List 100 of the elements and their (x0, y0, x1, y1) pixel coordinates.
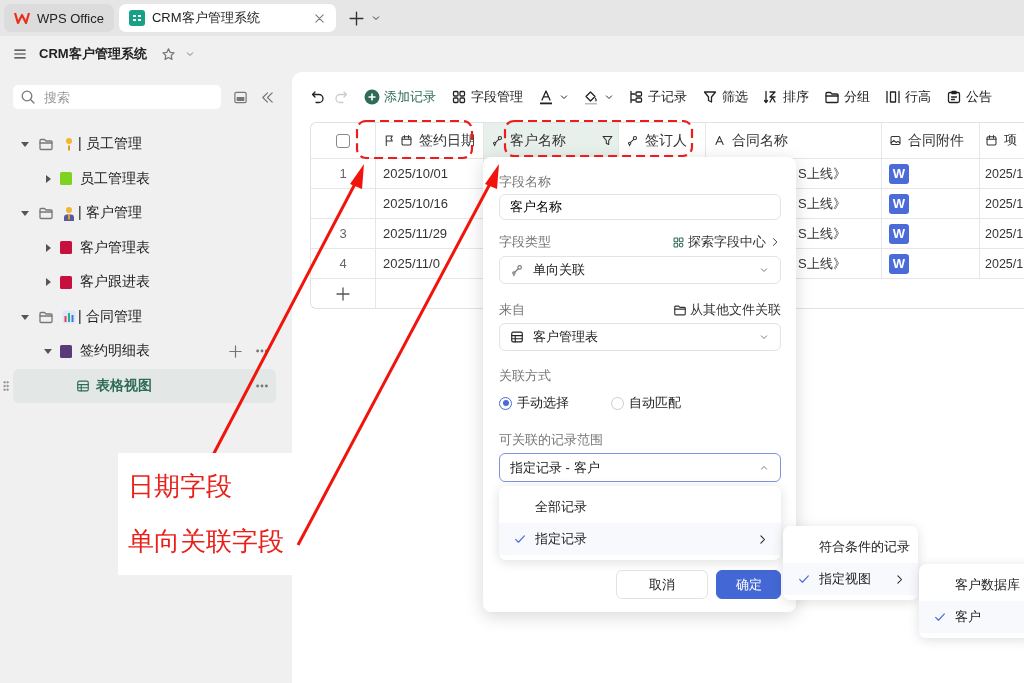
toolbar-button[interactable]: 字段管理 (451, 88, 523, 106)
tree-item[interactable]: | 合同管理 (78, 307, 142, 326)
tree-item[interactable]: | 员工管理 (78, 135, 142, 154)
toolbar-button[interactable]: 子记录 (628, 88, 687, 106)
tab[interactable]: WPS Office (4, 4, 114, 32)
radio-option[interactable]: 自动匹配 (611, 394, 723, 412)
row-number: 1 (339, 166, 347, 181)
select-all-checkbox[interactable] (336, 133, 350, 148)
table-cell: 2025/11/29 (383, 226, 448, 241)
toolbar-button[interactable]: 排序 (763, 88, 809, 106)
plus-icon (228, 343, 243, 359)
menu-icon (13, 47, 27, 61)
annotation-label: 日期字段 (128, 470, 232, 503)
toolbar-button[interactable]: 添加记录 (364, 88, 436, 106)
menu-item[interactable]: 全部记录 (499, 491, 781, 523)
table-cell: 2025/10/01 (383, 166, 449, 181)
toolbar-button[interactable] (310, 89, 326, 105)
field-label: 可关联的记录范围 (499, 431, 603, 449)
expand-triangle-icon[interactable] (43, 277, 53, 288)
radio-option[interactable]: 手动选择 (499, 394, 611, 412)
check-icon (797, 572, 811, 586)
toolbar-button[interactable]: 分组 (824, 88, 870, 106)
check-icon (513, 532, 527, 546)
search-field[interactable]: 搜索 (42, 88, 206, 106)
explore-fields-link[interactable]: 探索字段中心 (672, 233, 781, 251)
grid-icon (672, 235, 685, 249)
close-icon (312, 11, 326, 25)
filter-icon (601, 134, 614, 147)
check-icon (933, 610, 947, 624)
menu-item[interactable]: 客户数据库 (919, 569, 1024, 601)
tree-item[interactable]: | 客户管理 (78, 204, 142, 223)
calendar-icon (400, 134, 413, 147)
layout-icon (233, 89, 248, 105)
word-file-thumbnail[interactable]: W (889, 193, 909, 214)
table-cell: S上线》 (798, 224, 846, 243)
new-tab-button[interactable] (347, 9, 365, 27)
toolbar-button[interactable]: 筛选 (702, 88, 748, 106)
folder-icon (824, 89, 840, 105)
table-cell: 2025/1 (985, 256, 1024, 271)
tree-item[interactable]: 员工管理表 (80, 169, 150, 188)
toolbar-button[interactable] (538, 89, 570, 105)
field-name-box[interactable]: 客户名称 (499, 194, 781, 220)
menu-button[interactable] (13, 47, 27, 61)
link-icon (510, 263, 524, 277)
search-icon (20, 89, 36, 105)
bar-chart-icon (62, 309, 76, 324)
flag-icon (383, 134, 396, 147)
tree-item[interactable]: 客户管理表 (80, 238, 150, 257)
link-other-file-link[interactable]: 从其他文件关联 (673, 301, 781, 319)
tab[interactable]: CRM客户管理系统 (118, 4, 336, 32)
menu-item[interactable]: 符合条件的记录 (783, 531, 918, 563)
cancel-button[interactable]: 取消 (616, 570, 708, 599)
calendar-icon (985, 134, 998, 147)
menu-item[interactable]: 客户 (919, 601, 1024, 633)
plus-icon (347, 9, 365, 27)
annotation-label: 单向关联字段 (128, 525, 284, 558)
column-header[interactable]: 客户名称 (484, 123, 619, 158)
tree-item[interactable]: 客户跟进表 (80, 273, 150, 292)
text-color-icon (538, 89, 554, 105)
add-row-button[interactable] (335, 285, 351, 302)
record-range-select[interactable]: 指定记录 - 客户 (499, 453, 781, 482)
plus-icon (335, 285, 351, 302)
field-type-select[interactable]: 单向关联 (499, 256, 781, 284)
word-file-thumbnail[interactable]: W (889, 253, 909, 274)
toolbar-button[interactable]: 行高 (885, 88, 931, 106)
expand-triangle-icon[interactable] (43, 242, 53, 253)
layout-button[interactable] (233, 89, 248, 105)
collapse-icon (260, 89, 275, 105)
menu-item[interactable]: 指定记录 (499, 523, 781, 555)
source-table-select[interactable]: 客户管理表 (499, 323, 781, 351)
tree-item[interactable]: 签约明细表 (80, 342, 150, 361)
toolbar-button[interactable]: 公告 (946, 88, 992, 106)
image-icon (889, 134, 902, 147)
star-button[interactable] (160, 46, 176, 62)
menu-item[interactable]: 指定视图 (783, 563, 918, 595)
table-app-icon (128, 10, 145, 26)
word-file-thumbnail[interactable]: W (889, 163, 909, 184)
word-file-thumbnail[interactable]: W (889, 223, 909, 244)
table-cell: 2025/1 (985, 196, 1024, 211)
folder-icon (38, 205, 54, 222)
table-cell: S上线》 (798, 254, 846, 273)
column-header[interactable]: 合同附件 (882, 123, 980, 158)
collapse-button[interactable] (260, 89, 275, 105)
add-button[interactable] (228, 343, 243, 359)
clipboard-icon (946, 89, 962, 105)
column-header[interactable]: 项 (980, 123, 1024, 158)
folder-icon (673, 303, 687, 317)
row-number: 4 (339, 256, 347, 271)
undo-icon (310, 89, 326, 105)
field-label: 字段名称 (499, 173, 551, 191)
confirm-button[interactable]: 确定 (716, 570, 781, 599)
view-item[interactable]: 表格视图 (13, 368, 276, 403)
field-label: 字段类型 (499, 233, 551, 251)
toolbar-button[interactable] (583, 89, 615, 105)
search-box[interactable]: 搜索 (13, 85, 221, 109)
drag-handle-icon (0, 379, 12, 392)
close-button[interactable] (312, 11, 326, 25)
document-title: CRM客户管理系统 (39, 45, 147, 63)
field-label: 关联方式 (499, 367, 551, 385)
expand-triangle-icon[interactable] (43, 173, 53, 184)
